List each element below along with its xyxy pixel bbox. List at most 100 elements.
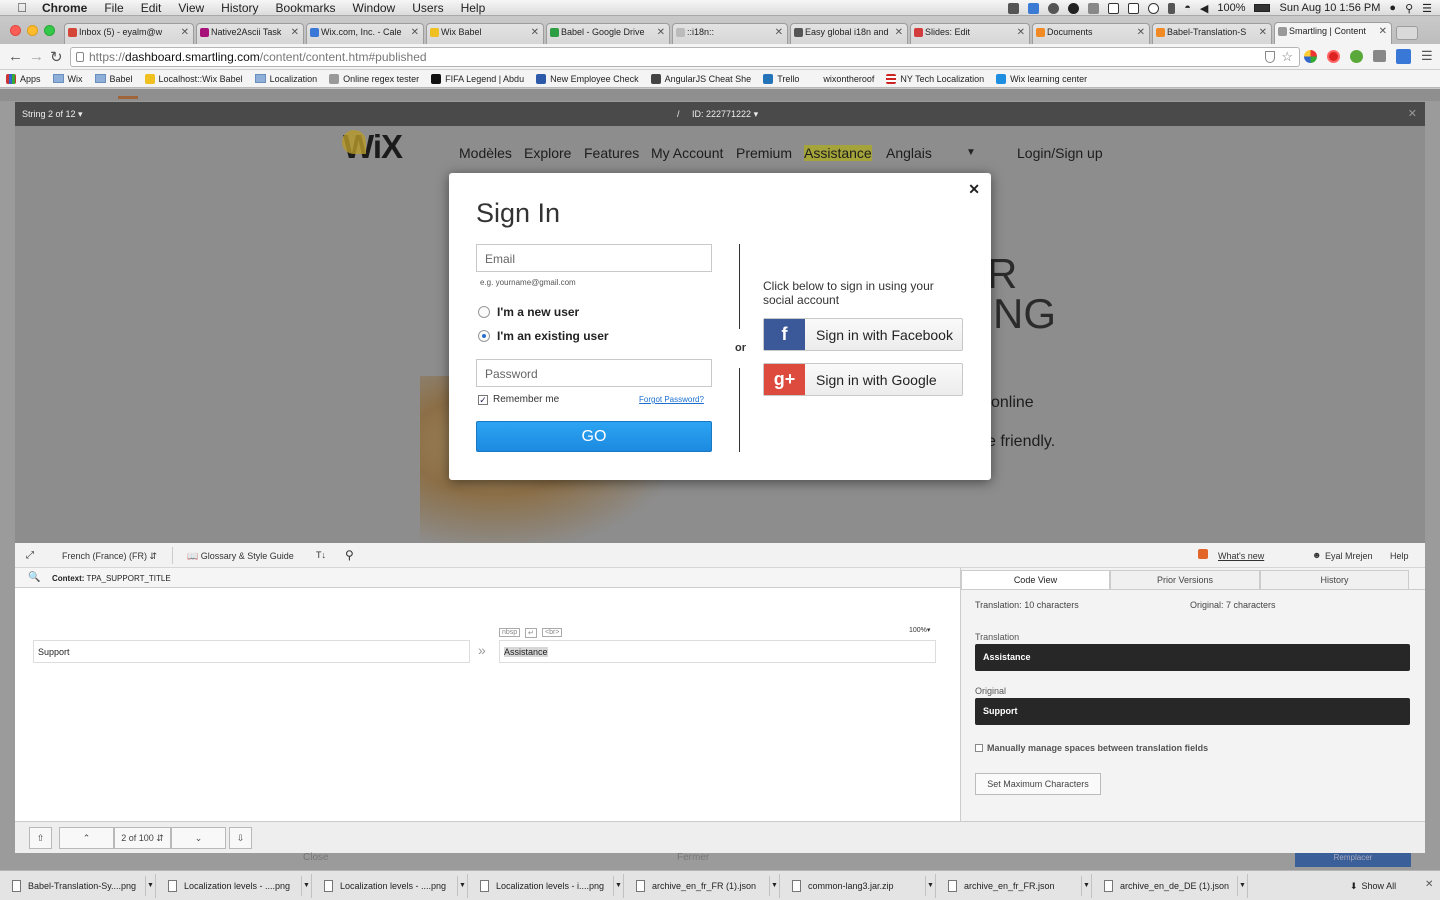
airplay-icon[interactable] bbox=[1128, 2, 1140, 14]
extension-chat-icon[interactable] bbox=[1373, 50, 1386, 62]
close-modal-icon[interactable]: ✕ bbox=[968, 181, 980, 198]
volume-icon[interactable]: ◀ bbox=[1200, 2, 1208, 15]
zoom-selector[interactable]: 100%▾ bbox=[909, 626, 930, 634]
close-tab-icon[interactable]: ✕ bbox=[411, 27, 419, 38]
bookmark-babel[interactable]: Babel bbox=[94, 74, 133, 84]
bookmark-fifa[interactable]: FIFA Legend | Abdu bbox=[431, 73, 524, 84]
help-link[interactable]: Help bbox=[1390, 551, 1409, 561]
facebook-signin-button[interactable]: f Sign in with Facebook bbox=[763, 318, 963, 351]
close-tab-icon[interactable]: ✕ bbox=[531, 27, 539, 38]
bookmark-localization[interactable]: Localization bbox=[254, 74, 317, 84]
menu-app-name[interactable]: Chrome bbox=[42, 0, 87, 16]
wix-login-link[interactable]: Login/Sign up bbox=[1017, 145, 1103, 161]
dropbox-icon[interactable] bbox=[1028, 2, 1040, 14]
bookmark-wixontheroof[interactable]: wixontheroof bbox=[823, 74, 874, 84]
wix-nav-my-account[interactable]: My Account bbox=[651, 145, 723, 161]
clock[interactable]: Sun Aug 10 1:56 PM bbox=[1279, 2, 1380, 14]
browser-tab[interactable]: Wix.com, Inc. - Cale ✕ bbox=[306, 23, 424, 44]
search-icon[interactable]: ⚲ bbox=[345, 548, 354, 562]
remember-me-checkbox[interactable]: ✓ Remember me bbox=[478, 394, 559, 405]
notification-center-icon[interactable]: ☰ bbox=[1422, 2, 1432, 15]
show-all-downloads-button[interactable]: ⬇ Show All bbox=[1350, 875, 1396, 897]
google-signin-button[interactable]: g+ Sign in with Google bbox=[763, 363, 963, 396]
zoom-window-icon[interactable] bbox=[44, 25, 55, 36]
existing-user-radio[interactable]: I'm an existing user bbox=[478, 329, 609, 343]
minimize-window-icon[interactable] bbox=[27, 25, 38, 36]
previous-button[interactable]: ⌃ bbox=[59, 827, 114, 849]
menu-icon[interactable]: ☰ bbox=[1421, 48, 1433, 64]
bookmark-regex[interactable]: Online regex tester bbox=[329, 73, 419, 84]
page-selector[interactable]: 2 of 100 ⇵ bbox=[114, 827, 171, 849]
copy-source-icon[interactable]: » bbox=[478, 642, 486, 658]
download-item[interactable]: archive_en_de_DE (1).json ▼ bbox=[1096, 874, 1248, 898]
extension-stop-icon[interactable] bbox=[1327, 50, 1340, 63]
download-menu-icon[interactable]: ▼ bbox=[301, 876, 311, 896]
reload-icon[interactable]: ↻ bbox=[50, 48, 63, 66]
status-icon[interactable] bbox=[1048, 2, 1060, 14]
browser-tab[interactable]: Babel-Translation-S ✕ bbox=[1152, 23, 1272, 44]
password-field[interactable]: Password bbox=[476, 359, 712, 387]
address-bar[interactable]: https://dashboard.smartling.com/content/… bbox=[70, 47, 1300, 67]
new-user-radio[interactable]: I'm a new user bbox=[478, 305, 579, 319]
menu-bookmarks[interactable]: Bookmarks bbox=[276, 0, 336, 16]
menu-edit[interactable]: Edit bbox=[141, 0, 162, 16]
bookmark-wix-learning[interactable]: Wix learning center bbox=[996, 73, 1087, 84]
close-tab-icon[interactable]: ✕ bbox=[1379, 26, 1387, 37]
bookmark-ny-tech[interactable]: NY Tech Localization bbox=[886, 73, 984, 84]
menu-history[interactable]: History bbox=[221, 0, 258, 16]
menu-users[interactable]: Users bbox=[412, 0, 443, 16]
download-menu-icon[interactable]: ▼ bbox=[1081, 876, 1091, 896]
download-menu-icon[interactable]: ▼ bbox=[1237, 876, 1247, 896]
string-id-dropdown[interactable]: ID: 222771222 ▾ bbox=[692, 109, 758, 120]
close-tab-icon[interactable]: ✕ bbox=[1259, 27, 1267, 38]
download-item[interactable]: common-lang3.jar.zip ▼ bbox=[784, 874, 936, 898]
download-menu-icon[interactable]: ▼ bbox=[925, 876, 935, 896]
shield-icon[interactable] bbox=[1265, 51, 1275, 63]
user-name[interactable]: Eyal Mrejen bbox=[1325, 551, 1373, 561]
extension-color-icon[interactable] bbox=[1304, 50, 1317, 63]
spotlight-icon[interactable]: ⚲ bbox=[1405, 2, 1413, 15]
glossary-button[interactable]: 📖 Glossary & Style Guide bbox=[187, 551, 294, 562]
close-downloads-icon[interactable]: ✕ bbox=[1425, 879, 1433, 890]
wix-nav-assistance[interactable]: Assistance bbox=[804, 145, 872, 161]
menu-file[interactable]: File bbox=[104, 0, 123, 16]
close-icon[interactable]: ✕ bbox=[1408, 107, 1417, 120]
close-window-icon[interactable] bbox=[10, 25, 21, 36]
time-machine-icon[interactable] bbox=[1148, 2, 1160, 14]
bookmark-new-employee[interactable]: New Employee Check bbox=[536, 73, 639, 84]
download-item[interactable]: Localization levels - ....png ▼ bbox=[160, 874, 312, 898]
browser-tab[interactable]: Smartling | Content ✕ bbox=[1274, 22, 1392, 44]
tag-nbsp-button[interactable]: nbsp bbox=[499, 628, 521, 637]
tab-prior-versions[interactable]: Prior Versions bbox=[1110, 570, 1260, 589]
first-page-button[interactable]: ⇧ bbox=[29, 827, 52, 849]
browser-tab[interactable]: ::i18n:: ✕ bbox=[672, 23, 788, 44]
download-menu-icon[interactable]: ▼ bbox=[769, 876, 779, 896]
forgot-password-link[interactable]: Forgot Password? bbox=[639, 395, 704, 404]
download-menu-icon[interactable]: ▼ bbox=[613, 876, 623, 896]
download-item[interactable]: Babel-Translation-Sy....png ▼ bbox=[4, 874, 156, 898]
status-app-icon[interactable] bbox=[1008, 2, 1020, 14]
download-item[interactable]: archive_en_fr_FR.json ▼ bbox=[940, 874, 1092, 898]
battery-icon[interactable] bbox=[1254, 4, 1271, 12]
menu-window[interactable]: Window bbox=[353, 0, 396, 16]
close-tab-icon[interactable]: ✕ bbox=[181, 27, 189, 38]
tag-return-button[interactable]: ↵ bbox=[525, 628, 537, 638]
menu-help[interactable]: Help bbox=[461, 0, 486, 16]
bookmark-localhost[interactable]: Localhost::Wix Babel bbox=[144, 73, 243, 84]
menu-view[interactable]: View bbox=[178, 0, 204, 16]
close-tab-icon[interactable]: ✕ bbox=[895, 27, 903, 38]
set-max-characters-button[interactable]: Set Maximum Characters bbox=[975, 773, 1101, 795]
close-tab-icon[interactable]: ✕ bbox=[657, 27, 665, 38]
email-field[interactable]: Email bbox=[476, 244, 712, 272]
wix-nav-modeles[interactable]: Modèles bbox=[459, 145, 512, 161]
wifi-icon[interactable]: ◓ bbox=[1184, 2, 1191, 14]
browser-tab[interactable]: Documents ✕ bbox=[1032, 23, 1150, 44]
bluetooth-icon[interactable] bbox=[1168, 2, 1176, 14]
apple-icon[interactable]:  bbox=[14, 0, 30, 15]
extension-calendar-icon[interactable] bbox=[1396, 49, 1411, 64]
last-page-button[interactable]: ⇩ bbox=[229, 827, 252, 849]
star-icon[interactable]: ☆ bbox=[1281, 49, 1293, 65]
browser-tab[interactable]: Easy global i18n and ✕ bbox=[790, 23, 908, 44]
browser-tab[interactable]: Slides: Edit ✕ bbox=[910, 23, 1030, 44]
bell-icon[interactable] bbox=[1088, 2, 1100, 14]
